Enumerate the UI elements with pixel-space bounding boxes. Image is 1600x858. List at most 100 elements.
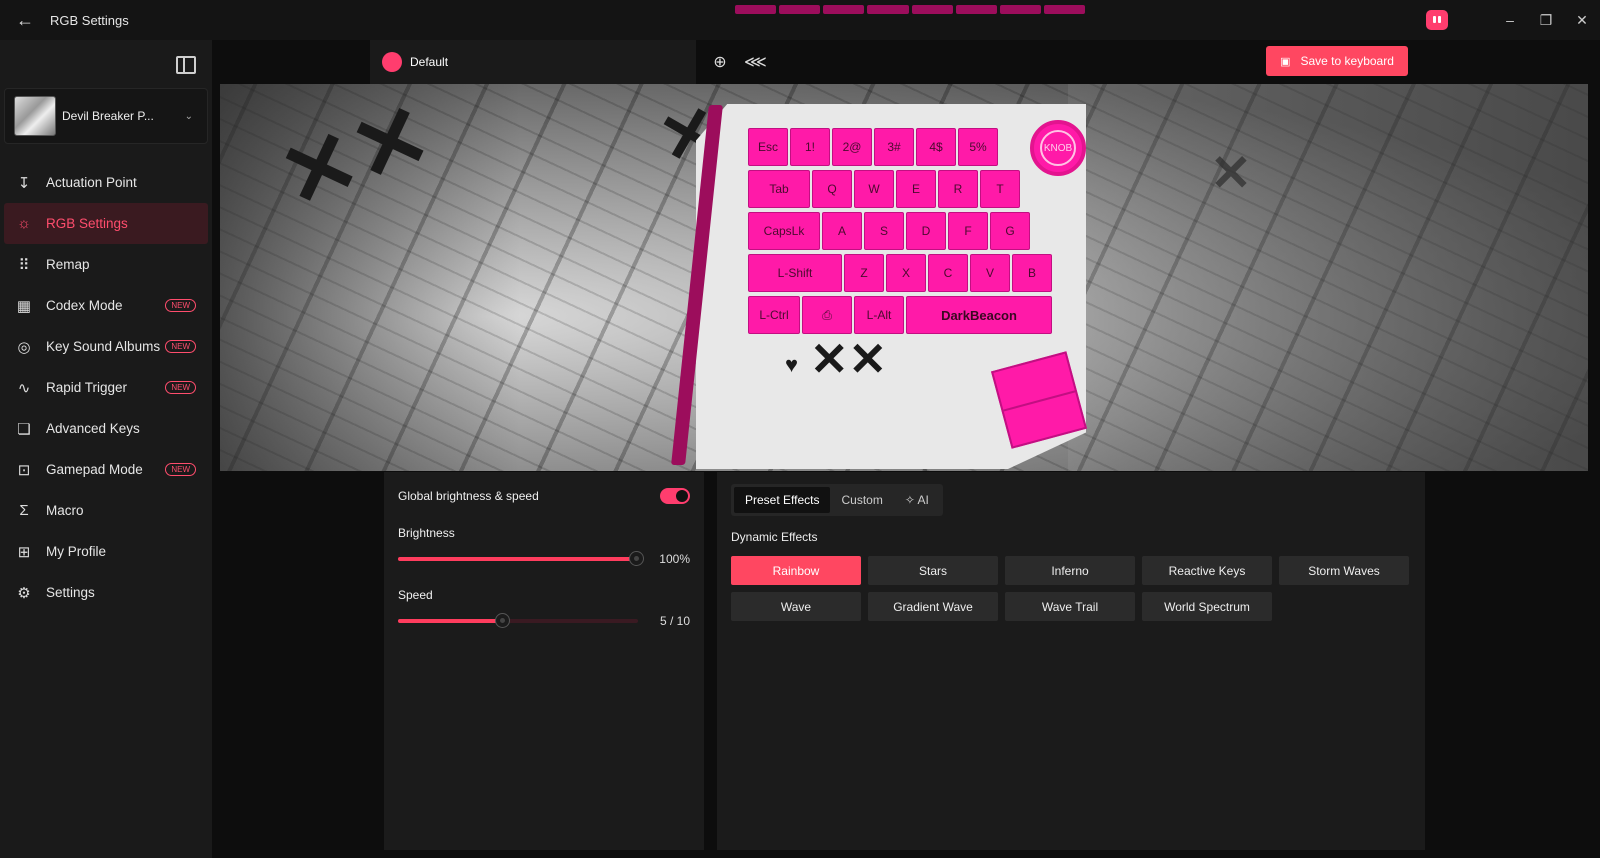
save-to-keyboard-button[interactable]: ▣ Save to keyboard [1266, 46, 1408, 76]
profile-selector[interactable]: Default [370, 40, 696, 84]
minimize-button[interactable]: – [1492, 12, 1528, 28]
sidebar-item-settings[interactable]: ⚙ Settings [4, 572, 208, 613]
device-thumbnail [14, 96, 56, 136]
sidebar-item-gamepad-mode[interactable]: ⊡ Gamepad Mode NEW [4, 449, 208, 490]
sidebar-item-label: Gamepad Mode [46, 462, 143, 477]
brightness-fill [398, 557, 638, 561]
effect-world-spectrum-button[interactable]: World Spectrum [1142, 592, 1272, 621]
key-esc[interactable]: Esc [748, 128, 788, 166]
codex-mode-icon: ▦ [16, 297, 32, 315]
close-button[interactable]: ✕ [1564, 12, 1600, 29]
sidebar-item-label: Rapid Trigger [46, 380, 128, 395]
key-e[interactable]: E [896, 170, 936, 208]
key-g[interactable]: G [990, 212, 1030, 250]
sidebar: Devil Breaker P... ⌄ ↧ Actuation Point ☼ RG… [0, 40, 212, 858]
share-icon[interactable]: ⋘ [744, 52, 767, 72]
effects-grid: Rainbow Stars Inferno Reactive Keys Storm Wa… [731, 556, 1411, 621]
sidebar-item-actuation-point[interactable]: ↧ Actuation Point [4, 162, 208, 203]
settings-icon: ⚙ [17, 584, 31, 602]
sidebar-item-key-sound-albums[interactable]: ◎ Key Sound Albums NEW [4, 326, 208, 367]
key-tab[interactable]: Tab [748, 170, 810, 208]
save-icon: ▣ [1280, 55, 1291, 68]
app-logo-icon [1426, 10, 1448, 30]
key-1-[interactable]: 1! [790, 128, 830, 166]
key-x[interactable]: X [886, 254, 926, 292]
sidebar-item-rapid-trigger[interactable]: ∿ Rapid Trigger NEW [4, 367, 208, 408]
key-fn-icon[interactable]: ⎙ [802, 296, 852, 334]
decoration-x-graphic: ✕ [1210, 145, 1252, 201]
key-5-[interactable]: 5% [958, 128, 998, 166]
sidebar-item-macro[interactable]: Σ Macro [4, 490, 208, 531]
tab-ai[interactable]: ✧ AI [894, 487, 940, 513]
sidebar-item-remap[interactable]: ⠿ Remap [4, 244, 208, 285]
gamepad-mode-icon: ⊡ [17, 461, 31, 479]
profile-color-dot [382, 52, 402, 72]
effect-reactive-keys-button[interactable]: Reactive Keys [1142, 556, 1272, 585]
effect-wave-button[interactable]: Wave [731, 592, 861, 621]
brightness-label: Brightness [398, 526, 455, 540]
key-r[interactable]: R [938, 170, 978, 208]
toolbar: Default ⊕ ⋘ ▣ Save to keyboard [370, 40, 1408, 84]
sidebar-item-rgb-settings[interactable]: ☼ RGB Settings [4, 203, 208, 244]
global-settings-panel: Global brightness & speed Brightness 100… [384, 472, 704, 850]
actuation-point-icon: ↧ [17, 174, 31, 192]
back-arrow-icon[interactable]: ← [0, 10, 50, 31]
key-q[interactable]: Q [812, 170, 852, 208]
restore-button[interactable]: ❐ [1528, 12, 1564, 29]
keyboard-knob[interactable]: KNOB [1030, 120, 1086, 176]
tab-custom[interactable]: Custom [830, 487, 893, 513]
effect-gradient-wave-button[interactable]: Gradient Wave [868, 592, 998, 621]
key-t[interactable]: T [980, 170, 1020, 208]
key-w[interactable]: W [854, 170, 894, 208]
speed-label: Speed [398, 588, 433, 602]
brightness-slider-handle[interactable] [630, 552, 643, 565]
window-title: RGB Settings [50, 12, 129, 28]
speed-slider-handle[interactable] [495, 614, 509, 627]
collapse-sidebar-icon[interactable] [176, 56, 196, 74]
speed-fill [398, 619, 504, 623]
key-l-alt[interactable]: L-Alt [854, 296, 904, 334]
key-4-[interactable]: 4$ [916, 128, 956, 166]
sidebar-item-label: RGB Settings [46, 216, 128, 231]
effect-storm-waves-button[interactable]: Storm Waves [1279, 556, 1409, 585]
sidebar-item-my-profile[interactable]: ⊞ My Profile [4, 531, 208, 572]
decoration-x-graphic: ✕✕ [267, 84, 444, 230]
globe-icon[interactable]: ⊕ [710, 52, 730, 72]
effect-tabs: Preset Effects Custom ✧ AI [731, 484, 943, 516]
key-z[interactable]: Z [844, 254, 884, 292]
window-controls: – ❐ ✕ [1426, 0, 1600, 40]
global-settings-toggle[interactable] [660, 488, 690, 504]
brightness-slider[interactable] [398, 552, 643, 565]
key-darkbeacon[interactable]: DarkBeacon [906, 296, 1052, 334]
key-f[interactable]: F [948, 212, 988, 250]
save-button-label: Save to keyboard [1300, 54, 1394, 68]
key-l-ctrl[interactable]: L-Ctrl [748, 296, 800, 334]
sidebar-item-advanced-keys[interactable]: ❏ Advanced Keys [4, 408, 208, 449]
sidebar-item-label: Macro [46, 503, 84, 518]
sidebar-item-codex-mode[interactable]: ▦ Codex Mode NEW [4, 285, 208, 326]
key-b[interactable]: B [1012, 254, 1052, 292]
key-s[interactable]: S [864, 212, 904, 250]
sidebar-item-label: Key Sound Albums [46, 339, 161, 354]
effect-stars-button[interactable]: Stars [868, 556, 998, 585]
effect-inferno-button[interactable]: Inferno [1005, 556, 1135, 585]
tab-preset-effects[interactable]: Preset Effects [734, 487, 831, 513]
keyboard-light-bar [735, 5, 1085, 14]
profile-name: Default [410, 55, 449, 69]
new-badge: NEW [165, 299, 196, 312]
effect-wave-trail-button[interactable]: Wave Trail [1005, 592, 1135, 621]
sidebar-item-label: Settings [46, 585, 95, 600]
key-capslk[interactable]: CapsLk [748, 212, 820, 250]
effect-rainbow-button[interactable]: Rainbow [731, 556, 861, 585]
key-c[interactable]: C [928, 254, 968, 292]
speed-slider[interactable] [398, 614, 638, 627]
decoration-xx-logo: ✕✕ [810, 333, 888, 385]
key-3-[interactable]: 3# [874, 128, 914, 166]
advanced-keys-icon: ❏ [17, 420, 31, 438]
key-d[interactable]: D [906, 212, 946, 250]
device-selector[interactable]: Devil Breaker P... ⌄ [4, 88, 208, 144]
key-v[interactable]: V [970, 254, 1010, 292]
key-l-shift[interactable]: L-Shift [748, 254, 842, 292]
key-2-[interactable]: 2@ [832, 128, 872, 166]
key-a[interactable]: A [822, 212, 862, 250]
